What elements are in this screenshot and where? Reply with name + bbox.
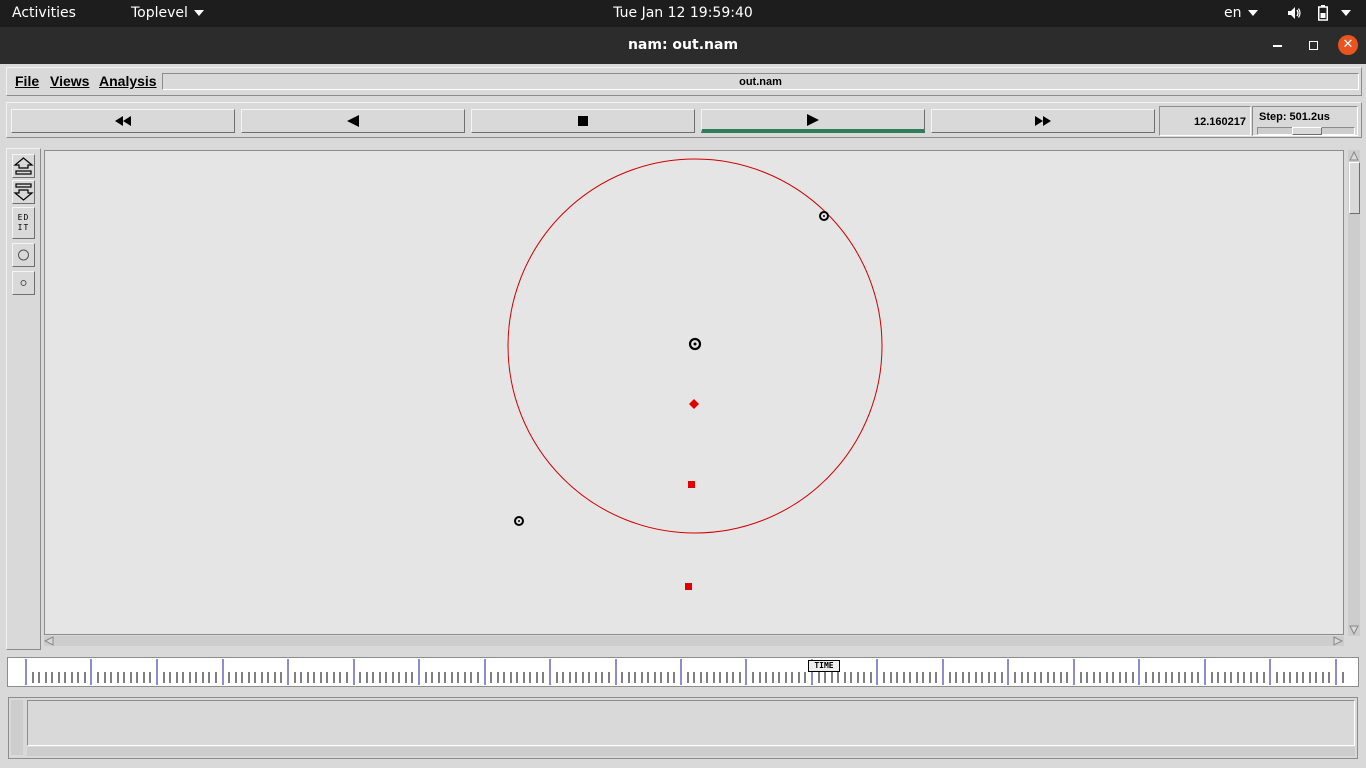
app-menu-button[interactable]: Toplevel — [131, 5, 204, 21]
time-slider-label: TIME — [814, 661, 834, 670]
chevron-down-icon — [1247, 10, 1258, 16]
annotation-list[interactable] — [27, 700, 1355, 746]
red-diamond-marker — [689, 399, 699, 409]
rewind-button[interactable] — [11, 109, 235, 133]
activities-button[interactable]: Activities — [12, 5, 76, 21]
language-label: en — [1224, 5, 1242, 21]
red-square-marker — [688, 481, 695, 488]
window-title: nam: out.nam — [627, 37, 739, 53]
step-slider-thumb[interactable] — [1292, 127, 1322, 135]
scroll-right-icon[interactable] — [1333, 636, 1343, 646]
play-backward-button[interactable] — [241, 109, 465, 133]
network-topology — [507, 158, 883, 590]
menu-file-label: File — [15, 73, 40, 89]
small-node-button[interactable] — [12, 271, 35, 295]
play-forward-button[interactable] — [701, 109, 925, 133]
zoom-out-icon — [13, 183, 34, 201]
play-backward-icon — [347, 115, 359, 127]
node-top-right[interactable] — [819, 211, 829, 221]
system-menu-chevron-icon[interactable] — [1341, 10, 1351, 16]
node-center[interactable] — [688, 337, 702, 351]
zoom-out-button[interactable] — [12, 180, 35, 204]
fast-forward-icon — [1035, 116, 1051, 126]
red-square-marker-2 — [685, 583, 692, 590]
time-slider-handle[interactable]: TIME — [808, 660, 840, 672]
small-circle-icon — [20, 280, 27, 286]
time-ticks — [25, 659, 1344, 685]
playback-controls: 12.160217 Step: 501.2us — [6, 102, 1362, 138]
battery-icon[interactable] — [1318, 5, 1328, 21]
large-node-button[interactable] — [12, 243, 35, 267]
node-bottom-left[interactable] — [514, 516, 524, 526]
stop-icon — [578, 116, 588, 126]
scroll-up-icon[interactable] — [1349, 151, 1359, 161]
zoom-in-icon — [13, 157, 34, 175]
clock[interactable]: Tue Jan 12 19:59:40 — [613, 5, 753, 21]
minimize-icon[interactable] — [1273, 45, 1282, 47]
tool-palette: ED IT — [6, 148, 41, 650]
language-selector[interactable]: en — [1224, 5, 1258, 21]
fast-forward-button[interactable] — [931, 109, 1155, 133]
stop-button[interactable] — [471, 109, 695, 133]
network-canvas[interactable] — [44, 150, 1344, 635]
canvas-horizontal-scrollbar[interactable] — [44, 636, 1344, 646]
window-titlebar: nam: out.nam ✕ — [0, 27, 1366, 64]
rewind-icon — [115, 116, 131, 126]
menu-views-label: Views — [50, 73, 90, 89]
annotation-horizontal-scrollbar[interactable] — [27, 747, 1355, 756]
annotation-panel — [8, 697, 1358, 759]
time-slider[interactable]: TIME — [7, 657, 1359, 687]
close-icon[interactable]: ✕ — [1338, 35, 1358, 55]
menu-views[interactable]: Views — [50, 73, 89, 89]
transmission-range-circle — [507, 158, 883, 534]
app-menu-label: Toplevel — [131, 5, 188, 21]
clock-container: Tue Jan 12 19:59:40 — [0, 5, 1366, 21]
menu-analysis-label: Analysis — [99, 73, 157, 89]
zoom-in-button[interactable] — [12, 154, 35, 178]
vertical-scroll-thumb[interactable] — [1349, 162, 1360, 214]
scroll-left-icon[interactable] — [44, 636, 54, 646]
volume-icon[interactable] — [1287, 6, 1301, 20]
edit-button[interactable]: ED IT — [12, 207, 35, 239]
menu-bar: File Views Analysis out.nam — [6, 67, 1362, 96]
circle-icon — [18, 249, 29, 261]
step-control: Step: 501.2us — [1252, 106, 1358, 136]
system-top-bar: Activities Toplevel Tue Jan 12 19:59:40 … — [0, 0, 1366, 27]
menu-file[interactable]: File — [15, 73, 39, 89]
menu-analysis[interactable]: Analysis — [99, 73, 157, 89]
canvas-vertical-scrollbar[interactable] — [1348, 150, 1360, 636]
step-label: Step: 501.2us — [1259, 111, 1330, 123]
play-icon — [807, 113, 819, 126]
annotation-vertical-scrollbar[interactable] — [11, 700, 23, 755]
current-time: 12.160217 — [1159, 106, 1251, 136]
step-slider[interactable] — [1257, 127, 1355, 135]
scroll-down-icon[interactable] — [1349, 625, 1359, 635]
chevron-down-icon — [193, 10, 204, 16]
trace-file-name: out.nam — [162, 73, 1359, 90]
maximize-icon[interactable] — [1309, 41, 1318, 50]
